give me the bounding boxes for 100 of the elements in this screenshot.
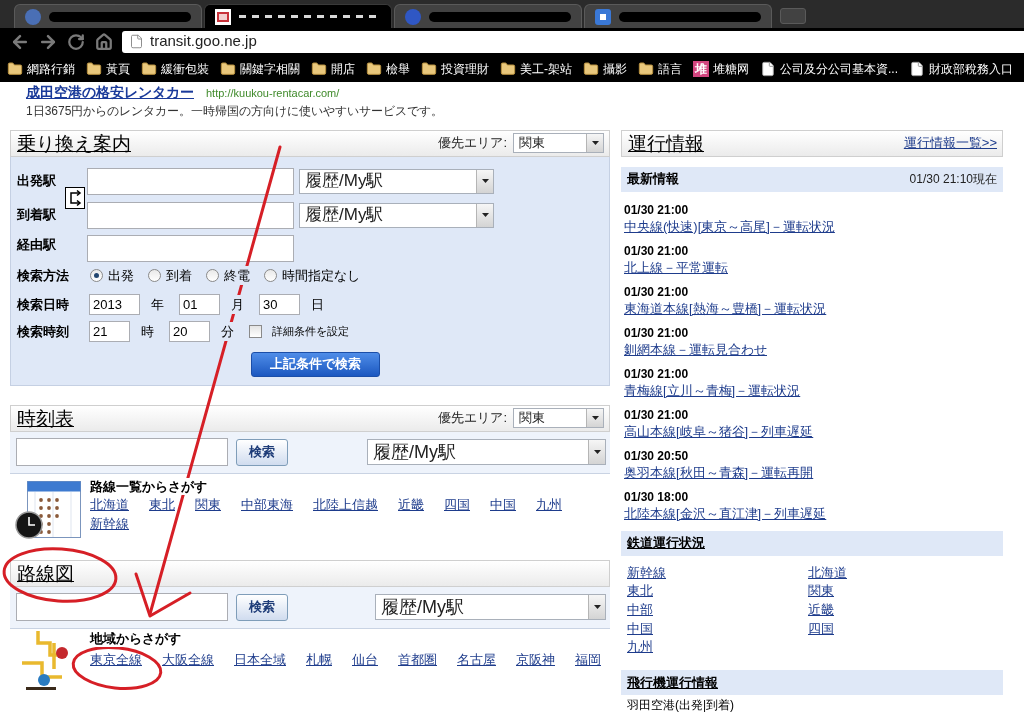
section-title: 時刻表 [17, 408, 74, 428]
bookmark-item[interactable]: 開店 [311, 59, 355, 78]
status-link[interactable]: 北上線－平常運転 [624, 258, 728, 276]
search-button[interactable]: 検索 [236, 438, 288, 466]
bookmark-item[interactable]: 美工-架站 [500, 59, 572, 78]
bookmark-item[interactable]: 攝影 [583, 59, 627, 78]
status-time: 01/30 21:00 [624, 284, 689, 299]
bookmark-item[interactable]: 公司及分公司基本資... [760, 59, 898, 78]
bookmark-item[interactable]: 關鍵字相關 [220, 59, 300, 78]
ad-url: http://kuukou-rentacar.com/ [206, 86, 340, 101]
area-select[interactable]: 関東 [513, 408, 604, 428]
region-link[interactable]: 名古屋 [457, 649, 496, 669]
page-icon [909, 60, 925, 77]
radio-button[interactable] [148, 269, 161, 282]
status-time: 01/30 21:00 [624, 243, 689, 258]
region-link[interactable]: 福岡 [575, 649, 601, 669]
route-link[interactable]: 北海道 [90, 494, 129, 514]
history-select[interactable]: 履歴/My駅 [375, 594, 606, 620]
rail-status-link[interactable]: 中国 [627, 620, 653, 636]
rail-status-link[interactable]: 四国 [808, 620, 834, 636]
checkbox[interactable] [249, 325, 262, 338]
radio-label[interactable]: 終電 [224, 265, 250, 286]
route-link[interactable]: 北陸上信越 [313, 494, 378, 514]
status-link[interactable]: 中央線(快速)[東京～高尾]－運転状況 [624, 217, 835, 235]
field-label: 検索方法 [17, 266, 70, 285]
subsection-title[interactable]: 鉄道運行状況 [627, 533, 705, 553]
list-title: 地域からさがす [90, 629, 181, 647]
reload-icon[interactable] [67, 32, 85, 51]
area-select[interactable]: 関東 [513, 133, 604, 153]
section-title: 路線図 [17, 563, 74, 583]
bookmark-item[interactable]: 投資理財 [421, 59, 489, 78]
route-link[interactable]: 中国 [490, 494, 516, 514]
checkbox-label[interactable]: 詳細条件を設定 [272, 323, 349, 340]
route-link[interactable]: 新幹線 [90, 513, 129, 533]
search-button[interactable]: 検索 [236, 593, 288, 621]
route-link[interactable]: 四国 [444, 494, 470, 514]
bookmark-item[interactable]: 檢舉 [366, 59, 410, 78]
status-link[interactable]: 東海道本線[熱海～豊橋]－運転状況 [624, 299, 827, 317]
radio-button[interactable] [264, 269, 277, 282]
status-link[interactable]: 釧網本線－運転見合わせ [624, 340, 767, 358]
folder-icon [7, 60, 23, 77]
history-select[interactable]: 履歴/My駅 [299, 168, 494, 194]
rail-status-link[interactable]: 九州 [627, 639, 653, 655]
rail-status-link[interactable]: 近畿 [808, 601, 834, 617]
history-select[interactable]: 履歴/My駅 [299, 202, 494, 228]
time-input[interactable]: 20 [169, 321, 210, 342]
rail-status-link[interactable]: 北海道 [808, 564, 847, 580]
date-input[interactable]: 2013 [89, 294, 140, 315]
region-link[interactable]: 札幌 [306, 649, 332, 669]
history-select[interactable]: 履歴/My駅 [367, 439, 606, 465]
status-link[interactable]: 北陸本線[金沢～直江津]－列車遅延 [624, 504, 827, 522]
list-title: 路線一覧からさがす [90, 477, 207, 495]
bookmark-item[interactable]: 語言 [638, 59, 682, 78]
region-link[interactable]: 東京全線 [90, 649, 142, 669]
browser-tab[interactable] [204, 4, 392, 28]
rail-status-link[interactable]: 中部 [627, 601, 653, 617]
region-link[interactable]: 日本全域 [234, 649, 286, 669]
favicon-icon [215, 8, 231, 25]
page-icon [760, 60, 776, 77]
bookmark-item[interactable]: 網路行銷 [7, 59, 75, 78]
radio-button[interactable] [206, 269, 219, 282]
area-label: 優先エリア: [438, 134, 507, 153]
search-input[interactable] [16, 438, 228, 466]
station-input[interactable] [87, 167, 294, 195]
ad-title-link[interactable]: 成田空港の格安レンタカー [26, 84, 194, 100]
bookmark-item[interactable]: 黃頁 [86, 59, 130, 78]
bookmark-item[interactable]: 堆 堆糖网 [693, 59, 749, 78]
search-submit-button[interactable]: 上記条件で検索 [250, 351, 380, 377]
folder-icon [638, 60, 654, 77]
region-link[interactable]: 大阪全線 [162, 649, 214, 669]
region-link[interactable]: 京阪神 [516, 649, 555, 669]
region-link[interactable]: 首都圏 [398, 649, 437, 669]
address-bar[interactable]: transit.goo.ne.jp [122, 30, 1024, 53]
status-link[interactable]: 高山本線[岐阜～猪谷]－列車遅延 [624, 422, 814, 440]
search-input[interactable] [16, 593, 228, 621]
status-time: 01/30 21:00 [624, 407, 689, 422]
status-link[interactable]: 青梅線[立川～青梅]－運転状況 [624, 381, 801, 399]
date-input[interactable]: 30 [259, 294, 300, 315]
subsection-title[interactable]: 飛行機運行情報 [627, 672, 718, 693]
date-input[interactable]: 01 [179, 294, 220, 315]
status-time: 01/30 21:00 [624, 325, 689, 340]
radio-button[interactable] [90, 269, 103, 282]
status-link[interactable]: 奥羽本線[秋田～青森]－運転再開 [624, 463, 814, 481]
all-status-link[interactable]: 運行情報一覧>> [903, 133, 997, 153]
station-input[interactable] [87, 234, 294, 262]
station-input[interactable] [87, 201, 294, 229]
time-input[interactable]: 21 [89, 321, 130, 342]
bookmark-item[interactable]: 緩衝包裝 [141, 59, 209, 78]
route-link[interactable]: 中部東海 [241, 494, 293, 514]
rail-status-link[interactable]: 新幹線 [627, 564, 666, 580]
swap-icon[interactable] [65, 187, 85, 209]
route-link[interactable]: 関東 [195, 494, 221, 514]
region-link[interactable]: 仙台 [352, 649, 378, 669]
rail-status-link[interactable]: 東北 [627, 583, 653, 599]
bookmark-item[interactable]: 財政部稅務入口 [909, 59, 1013, 78]
home-icon[interactable] [95, 32, 113, 51]
route-link[interactable]: 東北 [149, 494, 175, 514]
rail-status-link[interactable]: 関東 [808, 583, 834, 599]
route-link[interactable]: 九州 [536, 494, 562, 514]
route-link[interactable]: 近畿 [398, 494, 424, 514]
